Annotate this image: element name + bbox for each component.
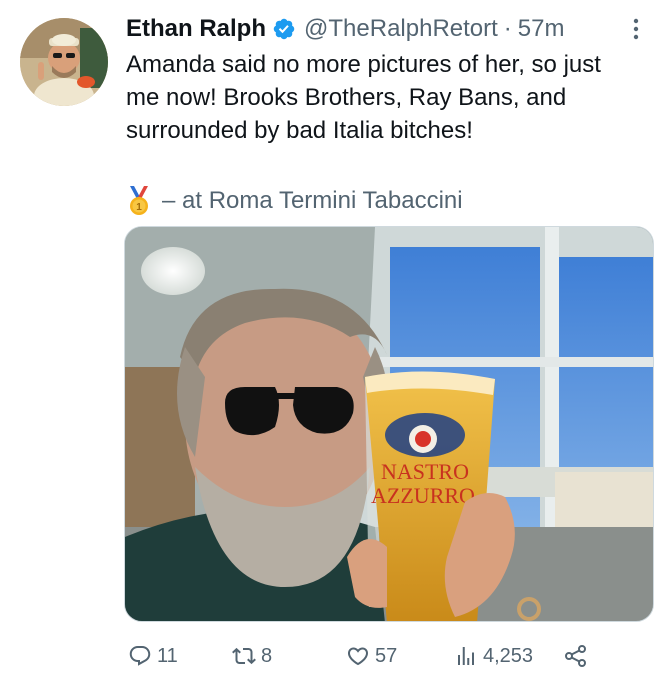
- more-options-button[interactable]: [622, 14, 650, 44]
- location-text: – at Roma Termini Tabaccini: [162, 187, 463, 214]
- cup-label-azzurro: AZZURRO: [371, 483, 475, 508]
- tweet-header: Ethan Ralph @TheRalphRetort · 57m: [126, 12, 656, 46]
- separator-dot: ·: [503, 15, 512, 42]
- svg-text:1: 1: [136, 202, 142, 213]
- display-name[interactable]: Ethan Ralph: [126, 15, 266, 43]
- retweet-icon: [232, 647, 256, 665]
- user-handle[interactable]: @TheRalphRetort: [304, 15, 498, 43]
- tweet-actions: 11 8 57 4,253: [124, 636, 604, 676]
- verified-badge-icon: [272, 17, 296, 41]
- share-button[interactable]: [564, 644, 588, 668]
- reply-count: 11: [157, 644, 178, 667]
- tweet-text: Amanda said no more pictures of her, so …: [126, 51, 601, 144]
- retweet-button[interactable]: 8: [232, 644, 272, 668]
- tweet[interactable]: Ethan Ralph @TheRalphRetort · 57m Amanda…: [0, 0, 672, 685]
- reply-icon: [129, 646, 151, 666]
- tweet-photo[interactable]: NASTRO AZZURRO: [124, 226, 654, 622]
- avatar-image: [20, 18, 108, 106]
- retweet-count: 8: [261, 644, 273, 667]
- views-count: 4,253: [483, 644, 534, 667]
- medal-icon: 1: [126, 186, 152, 216]
- like-button[interactable]: 57: [346, 644, 397, 668]
- views-button[interactable]: 4,253: [454, 644, 533, 668]
- avatar[interactable]: [20, 18, 108, 106]
- heart-icon: [347, 647, 369, 666]
- views-chart-icon: [458, 647, 474, 665]
- cup-label-nastro: NASTRO: [381, 459, 469, 484]
- reply-button[interactable]: 11: [128, 644, 178, 668]
- more-dots-icon: [633, 18, 639, 40]
- timestamp[interactable]: 57m: [518, 15, 565, 43]
- like-count: 57: [375, 644, 398, 667]
- location-line[interactable]: 1 – at Roma Termini Tabaccini: [126, 183, 656, 219]
- share-icon: [565, 645, 586, 667]
